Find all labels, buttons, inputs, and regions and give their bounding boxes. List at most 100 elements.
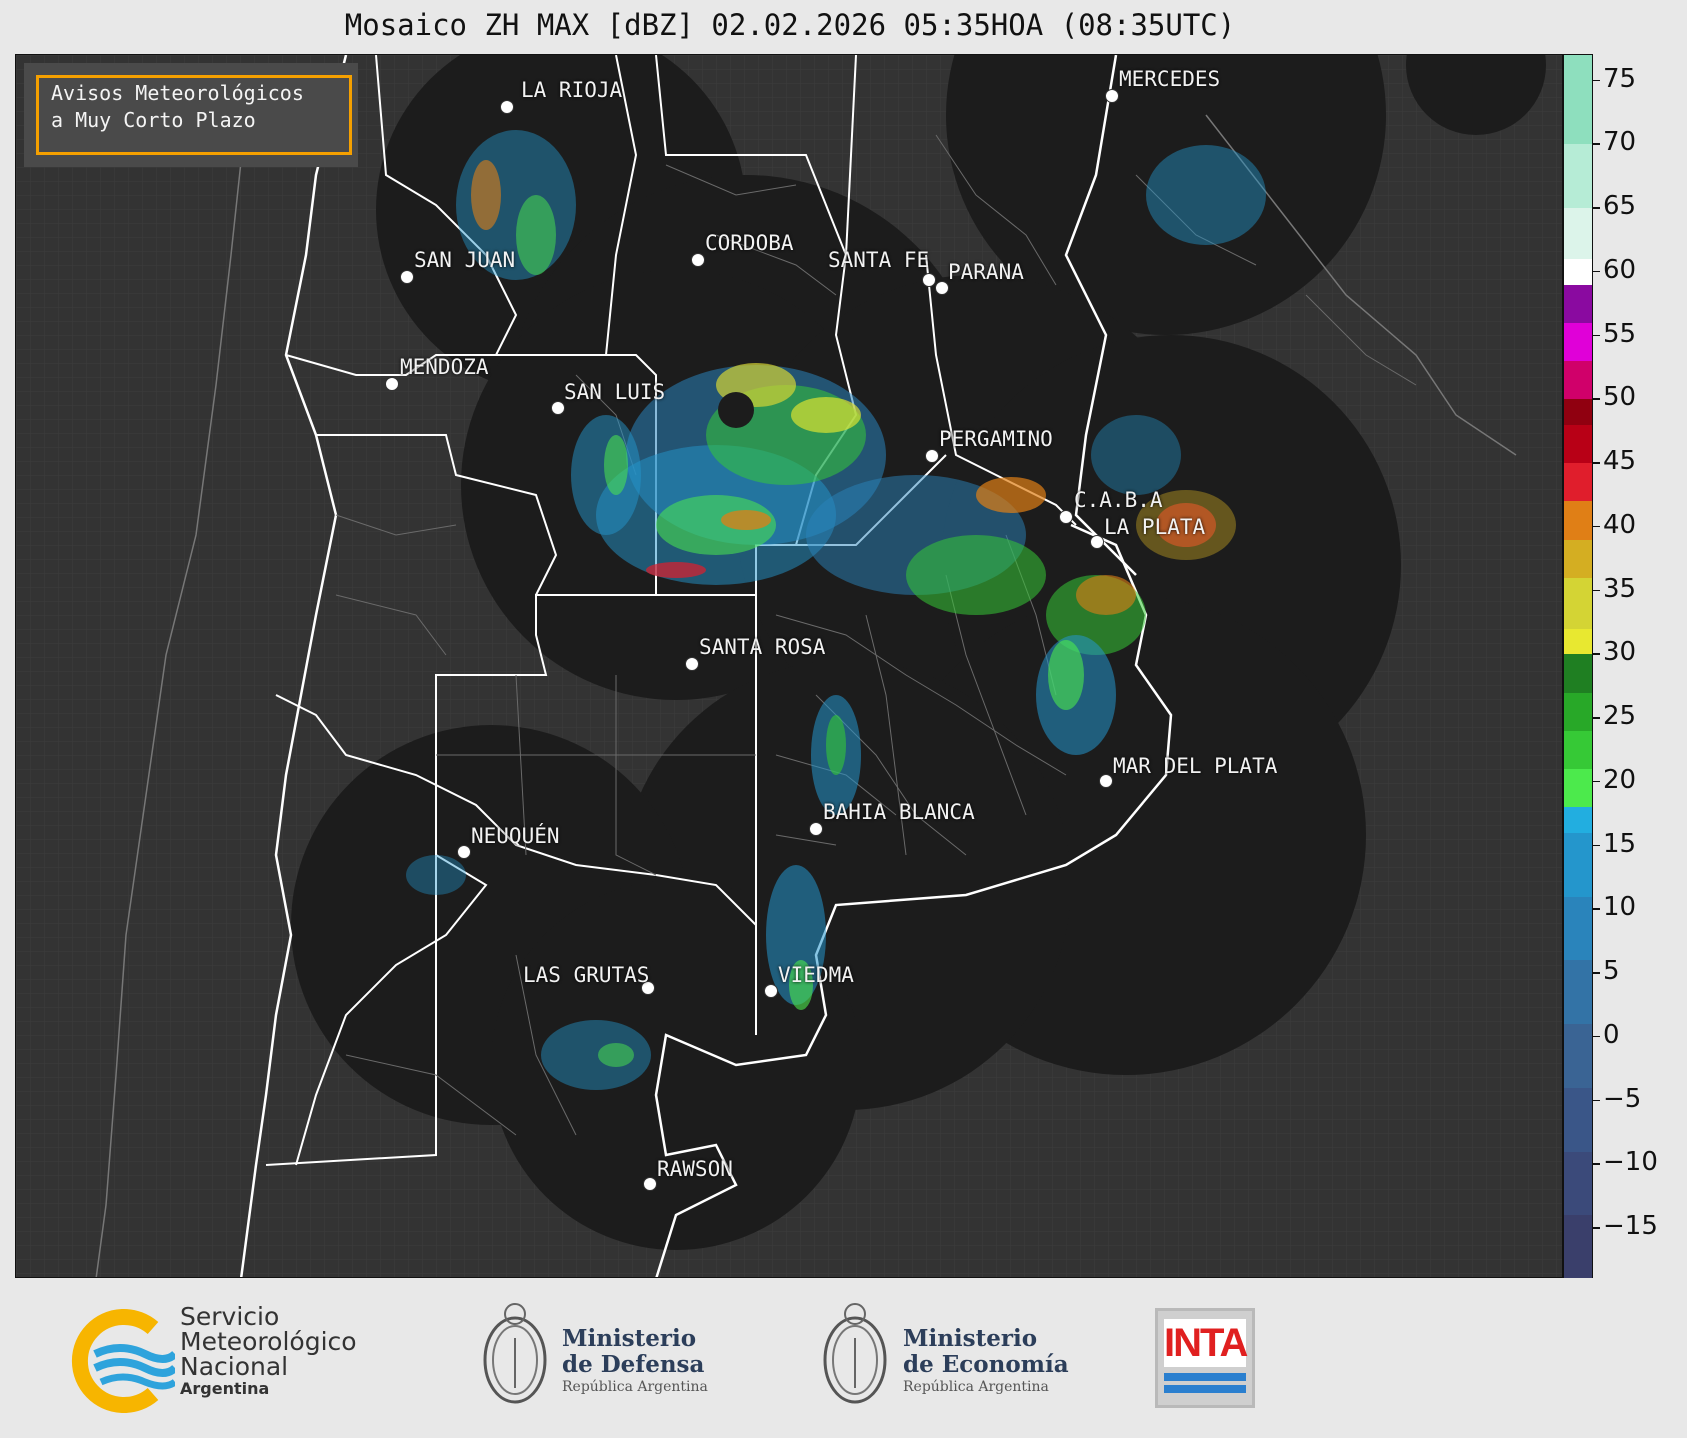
colorbar-tick-mark: [1593, 334, 1600, 336]
notice-line-2: a Muy Corto Plazo: [51, 108, 256, 132]
defensa-line2: de Defensa: [562, 1351, 705, 1378]
colorbar-tick-label: 50: [1603, 382, 1637, 413]
colorbar-segment: [1564, 539, 1592, 578]
colorbar-tick-mark: [1593, 1035, 1600, 1038]
colorbar-tick-label: 5: [1603, 956, 1620, 986]
colorbar-tick-mark: [1593, 143, 1600, 145]
city-marker[interactable]: [1090, 535, 1104, 549]
colorbar-segment: [1564, 832, 1592, 897]
city-label: SAN JUAN: [414, 248, 516, 272]
city-label: MAR DEL PLATA: [1113, 754, 1278, 778]
city-marker[interactable]: [500, 100, 514, 114]
colorbar-tick-label: 60: [1603, 254, 1637, 285]
notice-panel[interactable]: Avisos Meteorológicos a Muy Corto Plazo: [24, 63, 358, 167]
colorbar-segment: [1564, 1215, 1592, 1279]
colorbar-tick-mark: [1593, 79, 1600, 81]
colorbar-segment: [1564, 654, 1592, 693]
city-marker[interactable]: [1105, 89, 1119, 103]
notice-link[interactable]: Avisos Meteorológicos a Muy Corto Plazo: [36, 75, 352, 155]
city-label: CORDOBA: [705, 231, 794, 255]
colorbar-tick-label: 20: [1603, 764, 1637, 795]
city-marker[interactable]: [551, 401, 565, 415]
inta-stripes: [1164, 1373, 1246, 1381]
colorbar-segment: [1564, 1087, 1592, 1152]
defensa-line1: Ministerio: [562, 1325, 697, 1352]
inta-logo: INTA: [1155, 1308, 1255, 1408]
city-marker[interactable]: [457, 845, 471, 859]
city-marker[interactable]: [1059, 510, 1073, 524]
colorbar-tick-label: 0: [1603, 1019, 1620, 1050]
city-marker[interactable]: [685, 657, 699, 671]
colorbar-tick-label: 75: [1603, 63, 1637, 94]
city-label: VIEDMA: [778, 963, 854, 987]
smn-name-line2: Meteorológico: [180, 1327, 357, 1356]
colorbar-tick-mark: [1593, 525, 1600, 528]
city-label: BAHIA BLANCA: [823, 800, 975, 824]
colorbar-segment: [1564, 1024, 1592, 1088]
notice-line-1: Avisos Meteorológicos: [51, 81, 304, 105]
colorbar-tick-label: 45: [1603, 446, 1637, 476]
colorbar-segment: [1564, 730, 1592, 769]
city-marker[interactable]: [925, 449, 939, 463]
smn-name-line1: Servicio: [180, 1302, 280, 1331]
colorbar-tick-mark: [1593, 717, 1600, 719]
city-label: RAWSON: [657, 1157, 733, 1181]
city-marker[interactable]: [922, 273, 936, 287]
city-marker[interactable]: [809, 822, 823, 836]
colorbar-tick-mark: [1593, 589, 1600, 591]
city-label: MENDOZA: [400, 355, 489, 379]
colorbar-segment: [1564, 259, 1592, 285]
colorbar-segment: [1564, 577, 1592, 629]
city-marker[interactable]: [1099, 774, 1113, 788]
economia-emblem-icon: [823, 1303, 887, 1404]
inta-logo-text: INTA: [1164, 1319, 1248, 1367]
smn-name-line3: Nacional: [180, 1352, 289, 1381]
colorbar-tick-label: 65: [1603, 191, 1637, 221]
colorbar-segment: [1564, 144, 1592, 208]
colorbar-segment: [1564, 322, 1592, 361]
colorbar-segment: [1564, 769, 1592, 808]
colorbar-tick-label: −15: [1603, 1211, 1658, 1241]
city-label: LA RIOJA: [521, 78, 623, 102]
colorbar-tick-mark: [1593, 908, 1600, 910]
colorbar-segment: [1564, 807, 1592, 833]
city-label: LAS GRUTAS: [523, 963, 650, 987]
city-label: SAN LUIS: [564, 380, 666, 404]
city-label: LA PLATA: [1104, 515, 1206, 539]
colorbar-tick-label: 30: [1603, 637, 1637, 668]
colorbar-tick-mark: [1593, 270, 1600, 273]
city-marker[interactable]: [691, 253, 705, 267]
colorbar-segment: [1564, 896, 1592, 961]
city-marker[interactable]: [400, 270, 414, 284]
economia-line3: República Argentina: [903, 1379, 1049, 1395]
city-marker[interactable]: [935, 281, 949, 295]
colorbar-segment: [1564, 960, 1592, 1024]
colorbar-segment: [1564, 361, 1592, 400]
colorbar-tick-label: 25: [1603, 701, 1637, 731]
colorbar-tick-mark: [1593, 780, 1600, 783]
colorbar-segment: [1564, 628, 1592, 655]
colorbar-tick-mark: [1593, 844, 1600, 846]
colorbar-tick-mark: [1593, 1163, 1600, 1165]
city-label: MERCEDES: [1119, 67, 1221, 91]
colorbar-tick-label: 70: [1603, 127, 1637, 158]
city-marker[interactable]: [764, 984, 778, 998]
colorbar-segment: [1564, 692, 1592, 731]
colorbar-segment: [1564, 399, 1592, 425]
city-marker[interactable]: [385, 377, 399, 391]
colorbar-tick-mark: [1593, 653, 1600, 655]
colorbar-segment: [1564, 284, 1592, 323]
radar-map[interactable]: Avisos Meteorológicos a Muy Corto Plazo …: [15, 54, 1563, 1278]
colorbar-tick-mark: [1593, 398, 1600, 400]
colorbar-segment: [1564, 501, 1592, 540]
colorbar-tick-label: 10: [1603, 892, 1637, 923]
dbz-colorbar: [1563, 54, 1593, 1279]
map-title: Mosaico ZH MAX [dBZ] 02.02.2026 05:35HOA…: [344, 8, 1236, 42]
city-marker[interactable]: [643, 1177, 657, 1191]
colorbar-tick-mark: [1593, 462, 1600, 464]
colorbar-tick-mark: [1593, 972, 1600, 974]
city-label: SANTA ROSA: [699, 635, 826, 659]
city-label: NEUQUÉN: [471, 824, 560, 848]
footer-logos: Servicio Meteorológico Nacional Argentin…: [0, 1278, 1687, 1438]
city-label: C.A.B.A: [1074, 488, 1163, 512]
